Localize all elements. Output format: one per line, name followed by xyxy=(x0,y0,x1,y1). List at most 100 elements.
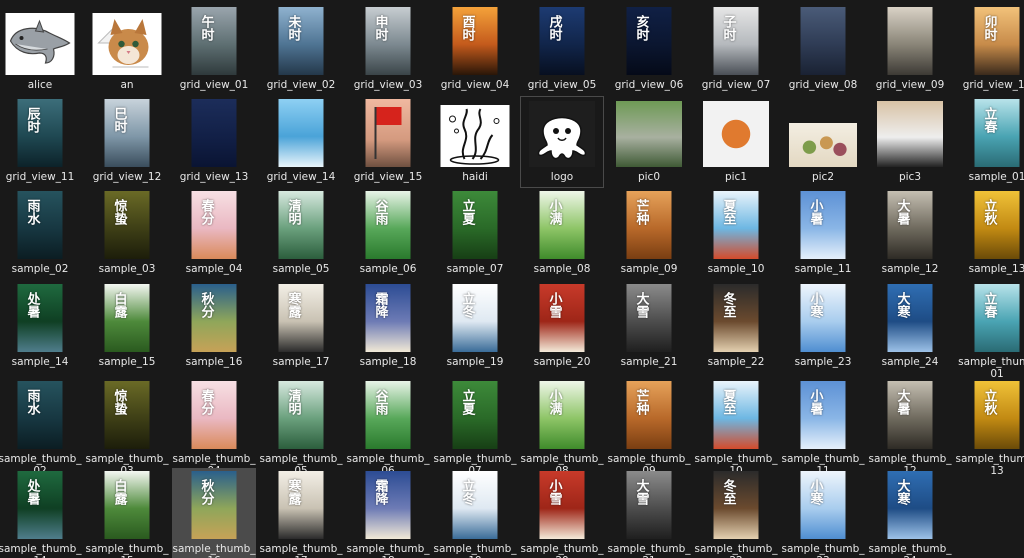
file-thumbnail: 白露 xyxy=(104,284,150,352)
file-item[interactable]: 白露 sample_15 xyxy=(85,281,169,378)
file-item[interactable]: 立冬sample_thumb_19 xyxy=(433,468,517,558)
file-item[interactable]: 立夏sample_thumb_07 xyxy=(433,378,517,477)
file-item[interactable]: 立夏 sample_07 xyxy=(433,188,517,281)
thumbnail-caption: 处暑 xyxy=(24,292,40,318)
file-item[interactable]: 小满sample_thumb_08 xyxy=(520,378,604,477)
file-item[interactable]: 清明sample_thumb_05 xyxy=(259,378,343,477)
file-item[interactable]: 大寒sample_thumb_24 xyxy=(868,468,952,558)
file-thumbnail xyxy=(789,123,857,167)
file-item[interactable]: 大寒 sample_24 xyxy=(868,281,952,378)
file-item[interactable]: 立冬 sample_19 xyxy=(433,281,517,378)
file-item[interactable]: 芒种sample_thumb_09 xyxy=(607,378,691,477)
file-item[interactable]: grid_view_08 xyxy=(781,4,865,96)
file-item[interactable]: grid_view_14 xyxy=(259,96,343,188)
file-item[interactable]: 小寒 sample_23 xyxy=(781,281,865,378)
file-item[interactable]: 秋分 sample_16 xyxy=(172,281,256,378)
file-item[interactable]: 寒露 sample_17 xyxy=(259,281,343,378)
file-item[interactable]: 立秋 sample_thumb_13 xyxy=(955,378,1024,477)
file-thumbnail: 酉时 xyxy=(452,7,498,75)
file-item[interactable]: 大暑sample_thumb_12 xyxy=(868,378,952,477)
file-item[interactable]: 夏至 sample_10 xyxy=(694,188,778,281)
thumbnail-caption: 申时 xyxy=(372,15,388,41)
file-item[interactable]: 霜降 sample_18 xyxy=(346,281,430,378)
file-item[interactable]: 酉时 grid_view_04 xyxy=(433,4,517,96)
file-item[interactable]: alice xyxy=(0,4,82,96)
file-item[interactable]: 大雪sample_thumb_21 xyxy=(607,468,691,558)
file-item[interactable]: 芒种 sample_09 xyxy=(607,188,691,281)
thumbnail-caption: 霜降 xyxy=(372,479,388,505)
file-name-line: sample_02 xyxy=(11,263,69,275)
file-item[interactable]: 巳时 grid_view_12 xyxy=(85,96,169,188)
file-item[interactable]: 清明 sample_05 xyxy=(259,188,343,281)
file-item[interactable]: 冬至sample_thumb_22 xyxy=(694,468,778,558)
file-item[interactable]: 辰时 grid_view_11 xyxy=(0,96,82,188)
file-item[interactable]: 戌时 grid_view_05 xyxy=(520,4,604,96)
file-name-label: grid_view_12 xyxy=(80,171,174,183)
file-name-label: grid_view_08 xyxy=(776,79,870,91)
file-item[interactable]: 谷雨 sample_06 xyxy=(346,188,430,281)
file-item[interactable]: 立秋 sample_13 xyxy=(955,188,1024,281)
thumbnail-caption: 小满 xyxy=(546,389,562,415)
file-item[interactable]: an xyxy=(85,4,169,96)
file-item[interactable]: 子时 grid_view_07 xyxy=(694,4,778,96)
file-name-line: sample_thumb_ xyxy=(694,453,778,465)
thumbnail-caption: 大寒 xyxy=(894,292,910,318)
file-item[interactable]: 惊蛰sample_thumb_03 xyxy=(85,378,169,477)
file-item[interactable]: grid_view_13 xyxy=(172,96,256,188)
file-name-label: sample_18 xyxy=(341,356,435,368)
file-name-line: grid_view_02 xyxy=(266,79,336,91)
file-item[interactable]: 亥时 grid_view_06 xyxy=(607,4,691,96)
file-item[interactable]: 申时 grid_view_03 xyxy=(346,4,430,96)
file-name-line: sample_thumb_ xyxy=(868,543,952,555)
file-item[interactable]: pic0 xyxy=(607,96,691,188)
file-item[interactable]: 未时 grid_view_02 xyxy=(259,4,343,96)
file-item[interactable]: grid_view_15 xyxy=(346,96,430,188)
file-item[interactable]: haidi xyxy=(433,96,517,188)
file-item[interactable]: 小寒sample_thumb_23 xyxy=(781,468,865,558)
file-item[interactable]: 惊蛰 sample_03 xyxy=(85,188,169,281)
file-item[interactable]: 立春 sample_01 xyxy=(955,96,1024,188)
file-item[interactable]: 霜降sample_thumb_18 xyxy=(346,468,430,558)
thumbnail-caption: 小暑 xyxy=(807,389,823,415)
thumbnail-caption: 立夏 xyxy=(459,389,475,415)
file-item[interactable]: logo xyxy=(520,96,604,188)
file-name-label: sample_06 xyxy=(341,263,435,275)
file-item[interactable]: 小暑 sample_11 xyxy=(781,188,865,281)
file-item[interactable]: 小雪sample_thumb_20 xyxy=(520,468,604,558)
file-item[interactable]: 午时 grid_view_01 xyxy=(172,4,256,96)
file-item[interactable]: 大雪 sample_21 xyxy=(607,281,691,378)
file-item[interactable]: 处暑sample_thumb_14 xyxy=(0,468,82,558)
file-thumbnail: 立秋 xyxy=(974,191,1020,259)
file-item[interactable]: 雨水 sample_02 xyxy=(0,188,82,281)
file-item[interactable]: 小暑sample_thumb_11 xyxy=(781,378,865,477)
file-item[interactable]: 谷雨sample_thumb_06 xyxy=(346,378,430,477)
file-name-line: sample_19 xyxy=(446,356,504,368)
file-item[interactable]: 秋分sample_thumb_16 xyxy=(172,468,256,558)
file-name-label: pic2 xyxy=(776,171,870,183)
file-name-label: sample_01 xyxy=(950,171,1024,183)
file-item[interactable]: 冬至 sample_22 xyxy=(694,281,778,378)
file-item[interactable]: 小满 sample_08 xyxy=(520,188,604,281)
file-name-label: sample_thumb_20 xyxy=(515,543,609,558)
file-item[interactable]: 处暑 sample_14 xyxy=(0,281,82,378)
file-item[interactable]: 立春sample_thumb01 xyxy=(955,281,1024,380)
file-item[interactable]: 寒露sample_thumb_17 xyxy=(259,468,343,558)
file-item[interactable]: 卯时 grid_view_10 xyxy=(955,4,1024,96)
file-item[interactable]: grid_view_09 xyxy=(868,4,952,96)
thumbnail-caption: 谷雨 xyxy=(372,389,388,415)
file-item[interactable]: 夏至sample_thumb_10 xyxy=(694,378,778,477)
file-name-line: sample_09 xyxy=(620,263,678,275)
file-item[interactable]: pic2 xyxy=(781,96,865,188)
file-thumbnail: 大雪 xyxy=(626,471,672,539)
file-item[interactable]: 小雪 sample_20 xyxy=(520,281,604,378)
file-item[interactable]: 春分sample_thumb_04 xyxy=(172,378,256,477)
file-item[interactable]: pic3 xyxy=(868,96,952,188)
file-item[interactable]: 春分 sample_04 xyxy=(172,188,256,281)
file-name-label: pic3 xyxy=(863,171,957,183)
file-item[interactable]: 雨水sample_thumb_02 xyxy=(0,378,82,477)
file-item[interactable]: 白露sample_thumb_15 xyxy=(85,468,169,558)
file-thumbnail: 雨水 xyxy=(17,381,63,449)
file-name-line: sample_thumb_ xyxy=(259,453,343,465)
file-item[interactable]: 大暑 sample_12 xyxy=(868,188,952,281)
file-item[interactable]: pic1 xyxy=(694,96,778,188)
